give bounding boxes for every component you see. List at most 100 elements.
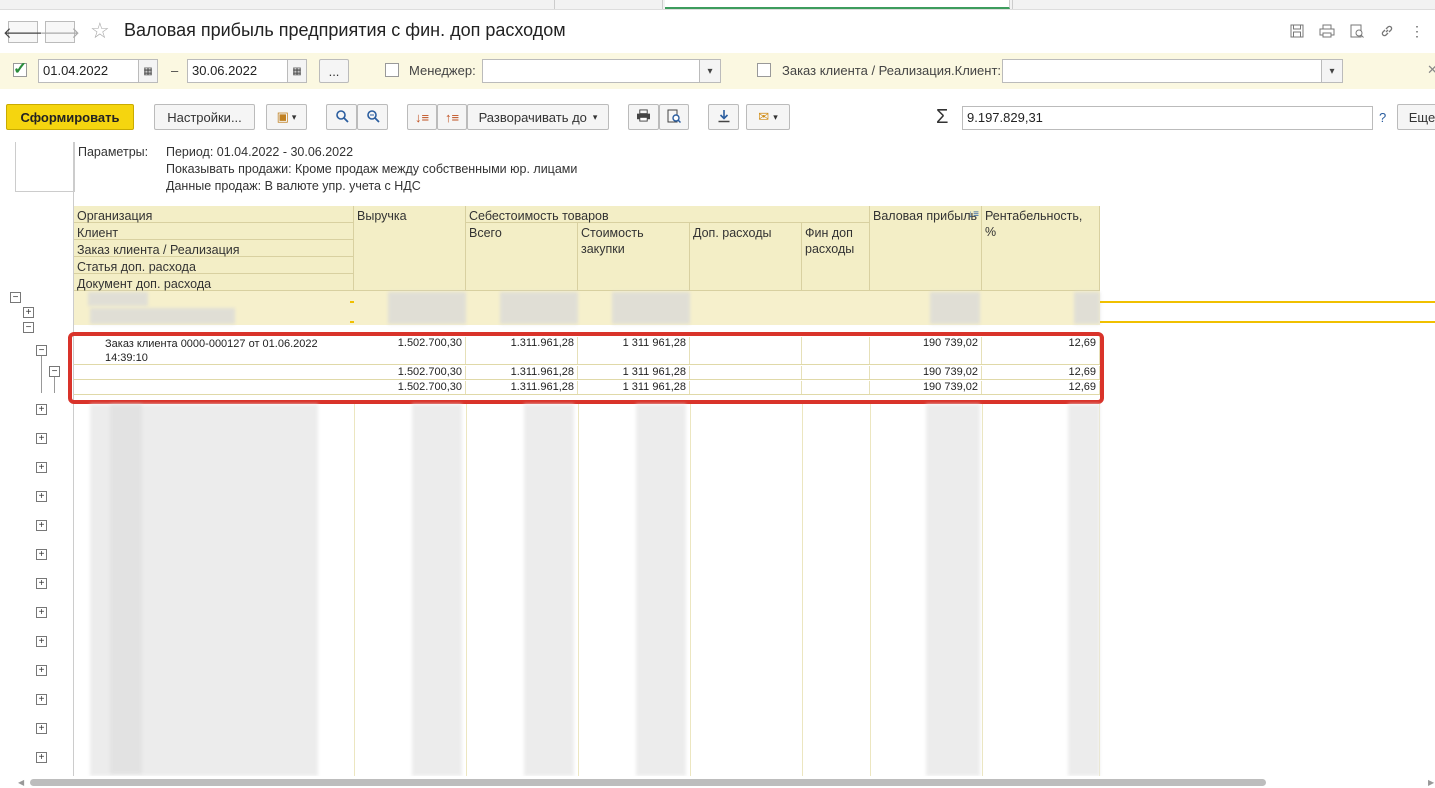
- scroll-left-icon[interactable]: ◀: [18, 778, 24, 787]
- print-button[interactable]: [628, 104, 659, 130]
- column-divider: [870, 404, 871, 776]
- calendar-icon[interactable]: ▦: [138, 59, 158, 83]
- redacted-numbers: [636, 404, 686, 776]
- scrollbar-thumb[interactable]: [30, 779, 1266, 786]
- sort-descending-icon: ↓≡: [968, 209, 979, 220]
- manager-checkbox[interactable]: [385, 63, 399, 77]
- window-tab-strip: [0, 0, 1435, 10]
- expand-icon[interactable]: +: [36, 694, 47, 705]
- redacted-number: [612, 292, 690, 324]
- print-icon[interactable]: [1317, 21, 1337, 41]
- header-order: Заказ клиента / Реализация: [74, 240, 354, 257]
- more-button[interactable]: Еще: [1397, 104, 1435, 130]
- preview-icon: [667, 109, 682, 126]
- link-icon[interactable]: [1377, 21, 1397, 41]
- header-gross-profit[interactable]: Валовая прибыль ↓≡: [870, 206, 982, 291]
- scroll-right-icon[interactable]: ▶: [1428, 778, 1434, 787]
- manager-field[interactable]: [482, 59, 720, 83]
- column-divider: [578, 404, 579, 776]
- expand-icon[interactable]: +: [36, 665, 47, 676]
- date-range-dash: –: [171, 63, 179, 78]
- expand-icon[interactable]: +: [36, 752, 47, 763]
- header-profitability: Рентабельность, %: [982, 206, 1100, 291]
- arrow-right-icon: 🡒: [39, 24, 81, 42]
- chevron-down-icon[interactable]: ▾: [1321, 59, 1343, 83]
- variant-button[interactable]: ▣ ▾: [266, 104, 307, 130]
- save-icon[interactable]: [1287, 21, 1307, 41]
- chevron-down-icon[interactable]: ▾: [699, 59, 721, 83]
- chevron-down-icon: ▾: [773, 111, 778, 122]
- header-cost-total: Всего: [466, 223, 578, 291]
- period-select-button[interactable]: ...: [319, 59, 349, 83]
- expand-to-button[interactable]: Разворачивать до ▾: [467, 104, 609, 130]
- header-expense-doc: Документ доп. расхода: [74, 274, 354, 291]
- collapse-icon[interactable]: −: [23, 322, 34, 333]
- group-underline: [350, 301, 354, 303]
- favorite-star-icon[interactable]: ☆: [90, 18, 110, 44]
- back-button[interactable]: 🡐: [3, 21, 43, 43]
- sort-ascending-button[interactable]: ↑≡: [437, 104, 467, 130]
- chevron-down-icon: ▾: [291, 111, 297, 122]
- redacted-numbers: [412, 404, 462, 776]
- search-next-button[interactable]: [357, 104, 388, 130]
- client-field[interactable]: [1002, 59, 1342, 83]
- redacted-names: [110, 404, 142, 774]
- column-divider: [354, 404, 355, 776]
- collapse-icon[interactable]: −: [36, 345, 47, 356]
- expand-icon[interactable]: +: [36, 491, 47, 502]
- forward-button[interactable]: 🡒: [40, 21, 80, 43]
- expand-icon[interactable]: +: [36, 549, 47, 560]
- date-to-value: 30.06.2022: [192, 63, 258, 78]
- redacted-numbers: [1068, 404, 1100, 776]
- expand-icon[interactable]: +: [36, 404, 47, 415]
- sort-descending-icon: ↓≡: [414, 109, 430, 125]
- help-link[interactable]: ?: [1379, 110, 1386, 125]
- expand-icon[interactable]: +: [23, 307, 34, 318]
- expand-icon[interactable]: +: [36, 462, 47, 473]
- expand-to-label: Разворачивать до: [478, 109, 587, 125]
- gross-profit-label: Валовая прибыль: [873, 209, 978, 223]
- expand-icon[interactable]: +: [36, 636, 47, 647]
- arrow-left-icon: 🡐: [2, 24, 44, 42]
- sort-descending-button[interactable]: ↓≡: [407, 104, 437, 130]
- search-button[interactable]: [326, 104, 357, 130]
- group-underline: [1100, 301, 1435, 303]
- print-preview-button[interactable]: [659, 104, 689, 130]
- report-area[interactable]: Параметры: Период: 01.04.2022 - 30.06.20…: [0, 142, 1435, 776]
- expand-icon[interactable]: +: [36, 578, 47, 589]
- redacted-number: [500, 292, 578, 324]
- param-currency: Данные продаж: В валюте упр. учета с НДС: [166, 179, 421, 193]
- window-tab-active[interactable]: [665, 0, 1010, 9]
- generate-button[interactable]: Сформировать: [6, 104, 134, 130]
- client-checkbox[interactable]: [757, 63, 771, 77]
- expand-icon[interactable]: +: [36, 723, 47, 734]
- header-cost: Себестоимость товаров: [466, 206, 870, 223]
- close-icon[interactable]: ✕: [1427, 62, 1435, 78]
- send-email-button[interactable]: ✉ ▾: [746, 104, 790, 130]
- calendar-icon[interactable]: ▦: [287, 59, 307, 83]
- tree-line: [41, 356, 42, 393]
- redacted-number: [930, 292, 980, 324]
- period-checkbox[interactable]: [13, 59, 27, 79]
- expand-icon[interactable]: +: [36, 433, 47, 444]
- window-tab[interactable]: [1012, 0, 1013, 9]
- highlight-frame: [68, 332, 1104, 404]
- sum-field[interactable]: 9.197.829,31: [962, 106, 1373, 130]
- collapse-icon[interactable]: −: [49, 366, 60, 377]
- preview-icon[interactable]: [1347, 21, 1367, 41]
- filter-bar: 01.04.2022 ▦ – 30.06.2022 ▦ ... Менеджер…: [0, 53, 1435, 89]
- download-button[interactable]: [708, 104, 739, 130]
- header-extra: Доп. расходы: [690, 223, 802, 291]
- command-bar: Сформировать Настройки... ▣ ▾ ↓≡ ↑≡ Разво…: [0, 104, 1435, 132]
- window-tab[interactable]: [555, 0, 663, 9]
- window-tab[interactable]: [0, 0, 555, 9]
- settings-button[interactable]: Настройки...: [154, 104, 255, 130]
- expand-icon[interactable]: +: [36, 520, 47, 531]
- header-expense-item: Статья доп. расхода: [74, 257, 354, 274]
- header-purchase: Стоимость закупки: [578, 223, 690, 291]
- expand-icon[interactable]: +: [36, 607, 47, 618]
- more-vertical-icon[interactable]: ⋮: [1407, 21, 1427, 41]
- redacted-text: [88, 292, 148, 306]
- horizontal-scrollbar[interactable]: ◀ ▶: [0, 776, 1435, 788]
- collapse-icon[interactable]: −: [10, 292, 21, 303]
